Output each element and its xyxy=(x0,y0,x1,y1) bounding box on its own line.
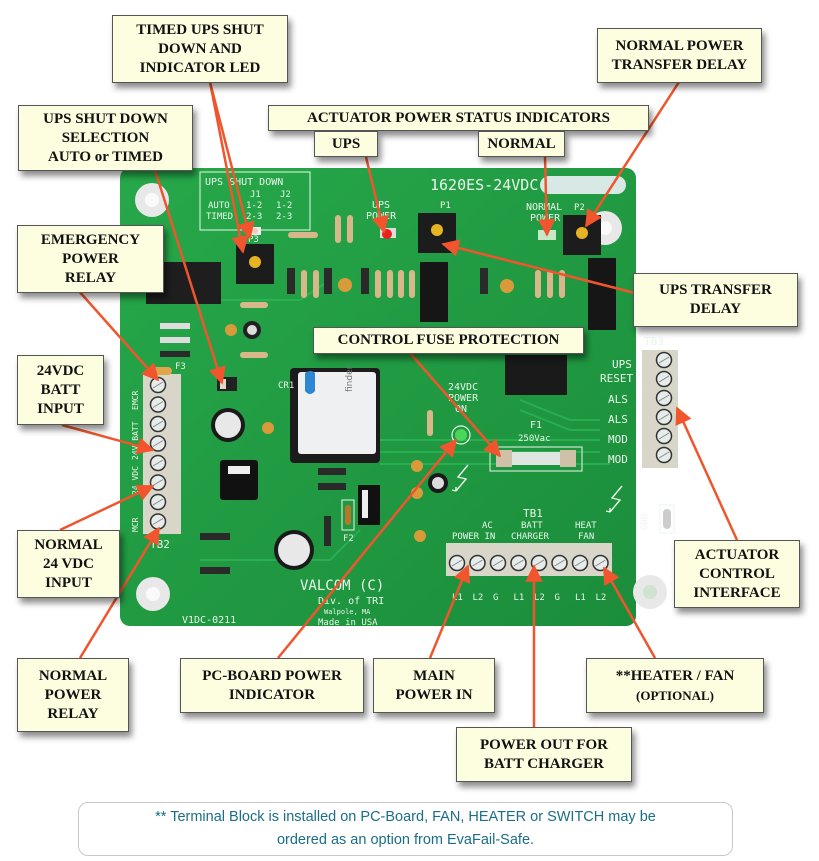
arrow-actuator-control xyxy=(675,406,739,541)
f3-label: F3 xyxy=(175,362,186,372)
relay-brand: finder xyxy=(345,365,355,392)
callout-ups-transfer-delay: UPS TRANSFER DELAY xyxy=(633,273,798,327)
vr2-regulator xyxy=(358,485,380,525)
tb1-pin-label: G xyxy=(555,593,560,603)
callout-timed-ups-shutdown: TIMED UPS SHUT DOWN AND INDICATOR LED xyxy=(112,15,288,83)
pcb-power-led xyxy=(455,429,467,441)
j2-header: J2 xyxy=(280,190,291,200)
tb3-pin-label: MOD xyxy=(608,453,628,466)
tb3-pin-label: RESET xyxy=(600,372,633,385)
callout-ups-shutdown-selection: UPS SHUT DOWN SELECTION AUTO or TIMED xyxy=(18,105,193,171)
tb2-label-24vdc: 24 VDC xyxy=(131,466,140,495)
footnote-line-2: ordered as an option from EvaFail-Safe. xyxy=(276,832,535,848)
tb1-group-power-in: POWER IN xyxy=(452,532,495,542)
tb1-group-ac: AC xyxy=(482,521,493,531)
callout-normal-transfer-delay: NORMAL POWER TRANSFER DELAY xyxy=(597,28,762,83)
ic-u1 xyxy=(420,262,448,322)
cr1-label: CR1 xyxy=(278,381,294,391)
ups-shutdown-title: UPS SHUT DOWN xyxy=(205,177,283,188)
tb1-group-charger: CHARGER xyxy=(511,532,550,542)
timed-j1: 2-3 xyxy=(246,212,262,222)
model-label: 1620ES-24VDC- xyxy=(430,176,547,194)
power-on-label-1: 24VDC xyxy=(448,382,478,393)
p1-label: P1 xyxy=(440,201,451,211)
timed-j2: 2-3 xyxy=(276,212,292,222)
tb3-pin-label: MOD xyxy=(608,433,628,446)
p2-label: P2 xyxy=(574,203,585,213)
auto-j1: 1-2 xyxy=(246,201,262,211)
tb3-pin-label: ALS xyxy=(608,393,628,406)
heater-fan-title: **HEATER / FAN xyxy=(615,667,735,684)
auto-j2: 1-2 xyxy=(276,201,292,211)
heater-fan-optional: (OPTIONAL) xyxy=(636,687,714,703)
callout-batt-charger-out: POWER OUT FOR BATT CHARGER xyxy=(456,727,632,782)
callout-heater-fan: **HEATER / FAN (OPTIONAL) xyxy=(586,658,764,713)
tb1-pin-label: L2 xyxy=(473,593,484,603)
tb1-group-batt: BATT xyxy=(521,521,543,531)
callout-batt-input: 24VDC BATT INPUT xyxy=(17,355,104,425)
gnd-label: GND xyxy=(640,514,650,530)
callout-normal-24vdc: NORMAL 24 VDC INPUT xyxy=(17,530,120,598)
tb2-label-emcr: EMCR xyxy=(131,391,140,410)
maker-origin: Made in USA xyxy=(318,618,378,628)
callout-actuator-control: ACTUATOR CONTROL INTERFACE xyxy=(674,540,800,608)
tb1-pin-label: L2 xyxy=(596,593,607,603)
tb1-label: TB1 xyxy=(523,507,543,520)
callout-main-power: MAIN POWER IN xyxy=(373,658,495,713)
tb1-group-fan: FAN xyxy=(578,532,594,542)
tb2-label-batt: 24V BATT xyxy=(131,421,140,460)
callout-pcb-power: PC-BOARD POWER INDICATOR xyxy=(180,658,364,713)
callout-actuator-status: ACTUATOR POWER STATUS INDICATORS xyxy=(268,105,649,131)
timed-label: TIMED xyxy=(206,212,233,222)
tb1-group-heat: HEAT xyxy=(575,521,597,531)
tb1-pin-label: L1 xyxy=(514,593,525,603)
tb1-pin-label: L2 xyxy=(534,593,545,603)
callout-normal-relay: NORMAL POWER RELAY xyxy=(17,658,129,732)
callout-emergency-relay: EMERGENCY POWER RELAY xyxy=(17,225,164,293)
tb2-label-mcr: MCR xyxy=(131,517,140,532)
tb1-pin-label: G xyxy=(493,593,498,603)
tb3-pin-label: UPS xyxy=(612,358,632,371)
j1-header: J1 xyxy=(250,190,261,200)
callout-ups: UPS xyxy=(314,131,378,157)
footnote: ** Terminal Block is installed on PC-Boa… xyxy=(78,802,733,856)
normal-power-label: NORMAL xyxy=(526,202,562,213)
ic-u2 xyxy=(588,258,616,330)
f1-label: F1 xyxy=(530,420,542,431)
tb1-pin-label: L1 xyxy=(575,593,586,603)
footnote-line-1: ** Terminal Block is installed on PC-Boa… xyxy=(155,809,656,825)
f2-label: F2 xyxy=(343,534,354,544)
tb3-label: TB3 xyxy=(644,335,664,348)
ups-power-label: UPS xyxy=(372,200,390,211)
callout-normal: NORMAL xyxy=(478,131,565,157)
pcb-diagram: 1620ES-24VDC- UPS SHUT DOWN J1 J2 AUTO 1… xyxy=(0,0,819,861)
part-number: V1DC-0211 xyxy=(182,615,236,626)
relay-test-lever xyxy=(305,371,315,394)
auto-label: AUTO xyxy=(208,201,230,211)
tb3-pin-label: ALS xyxy=(608,413,628,426)
maker-location: Walpole, MA xyxy=(324,608,371,616)
f1-rating: 250Vac xyxy=(518,434,551,444)
callout-control-fuse: CONTROL FUSE PROTECTION xyxy=(313,327,584,354)
ic-u3 xyxy=(505,355,567,395)
